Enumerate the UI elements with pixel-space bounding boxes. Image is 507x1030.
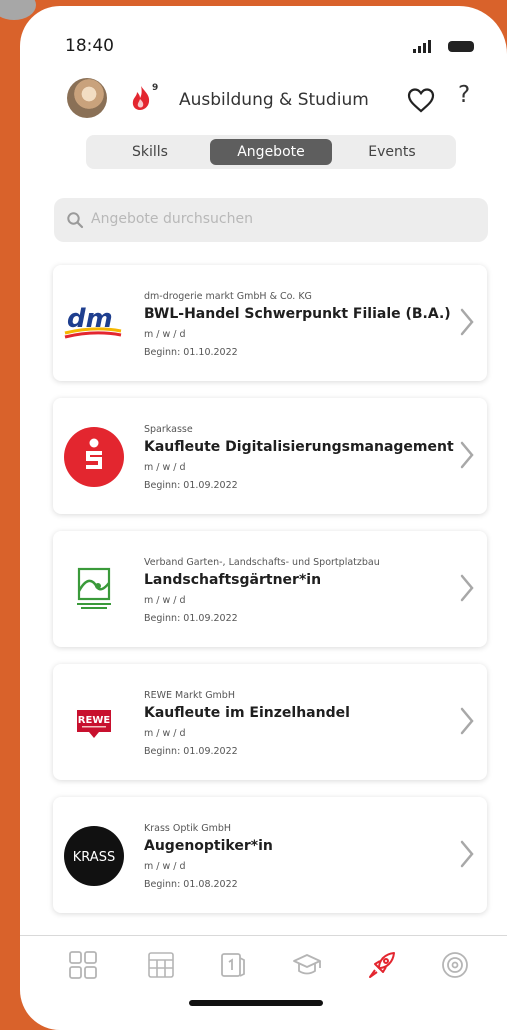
calendar-icon[interactable] (146, 950, 176, 980)
dm-logo: dm (64, 304, 122, 339)
offer-card[interactable]: KRASS Krass Optik GmbH Augenoptiker*in m… (53, 797, 487, 913)
chevron-right-icon (460, 441, 474, 469)
offer-start-date: Beginn: 01.09.2022 (144, 480, 238, 491)
bottom-nav-divider (20, 935, 507, 936)
offer-gender: m / w / d (144, 329, 186, 340)
graduation-cap-icon[interactable] (292, 950, 322, 980)
chevron-right-icon (460, 308, 474, 336)
offer-start-date: Beginn: 01.08.2022 (144, 879, 238, 890)
chevron-right-icon (460, 840, 474, 868)
rewe-logo: REWE (77, 710, 111, 738)
target-icon[interactable] (440, 950, 470, 980)
offer-card[interactable]: Sparkasse Kaufleute Digitalisierungsmana… (53, 398, 487, 514)
help-button[interactable]: ? (458, 82, 470, 108)
offer-company: dm-drogerie markt GmbH & Co. KG (144, 291, 312, 302)
offer-title: Kaufleute im Einzelhandel (144, 705, 350, 721)
offer-title: Augenoptiker*in (144, 838, 273, 854)
card-icon[interactable] (218, 950, 248, 980)
battery-icon (448, 41, 474, 52)
search-icon (67, 212, 84, 229)
offer-start-date: Beginn: 01.09.2022 (144, 746, 238, 757)
krass-logo: KRASS (64, 826, 124, 886)
offer-card[interactable]: dm dm-drogerie markt GmbH & Co. KG BWL-H… (53, 265, 487, 381)
offer-title: Landschaftsgärtner*in (144, 572, 322, 588)
krass-logo-text: KRASS (73, 850, 115, 865)
offer-card[interactable]: Verband Garten-, Landschafts- und Sportp… (53, 531, 487, 647)
offer-company: Verband Garten-, Landschafts- und Sportp… (144, 557, 380, 568)
flame-count: 9 (152, 83, 159, 93)
search-input[interactable]: Angebote durchsuchen (54, 198, 488, 242)
offer-title: Kaufleute Digitalisierungsmanagement (144, 439, 454, 455)
galabau-logo (77, 567, 111, 609)
offer-card[interactable]: REWE REWE Markt GmbH Kaufleute im Einzel… (53, 664, 487, 780)
offer-start-date: Beginn: 01.10.2022 (144, 347, 238, 358)
offer-gender: m / w / d (144, 462, 186, 473)
tab-skills[interactable]: Skills (90, 139, 210, 165)
heart-icon[interactable] (406, 86, 436, 114)
chevron-right-icon (460, 574, 474, 602)
rewe-logo-text: REWE (78, 715, 111, 726)
signal-icon (413, 39, 435, 53)
status-bar: 18:40 (20, 6, 507, 56)
home-indicator[interactable] (189, 1000, 323, 1006)
tab-angebote[interactable]: Angebote (210, 139, 332, 165)
flame-icon[interactable] (128, 84, 154, 112)
offer-gender: m / w / d (144, 728, 186, 739)
offer-start-date: Beginn: 01.09.2022 (144, 613, 238, 624)
status-time: 18:40 (65, 36, 114, 56)
offer-gender: m / w / d (144, 595, 186, 606)
tab-events[interactable]: Events (332, 139, 452, 165)
sparkasse-logo (64, 427, 124, 487)
chevron-right-icon (460, 707, 474, 735)
offer-company: Sparkasse (144, 424, 193, 435)
offer-company: Krass Optik GmbH (144, 823, 232, 834)
page-title[interactable]: Ausbildung & Studium (179, 90, 369, 110)
search-placeholder: Angebote durchsuchen (91, 211, 253, 227)
rocket-icon[interactable] (367, 950, 397, 980)
grid-icon[interactable] (68, 950, 98, 980)
tab-bar: Skills Angebote Events (86, 135, 456, 169)
offer-title: BWL-Handel Schwerpunkt Filiale (B.A.) (144, 306, 451, 322)
avatar[interactable] (67, 78, 107, 118)
offer-gender: m / w / d (144, 861, 186, 872)
phone-screen: 18:40 9 Ausbildung & Studium ? Skills An… (20, 6, 507, 1030)
offer-company: REWE Markt GmbH (144, 690, 235, 701)
